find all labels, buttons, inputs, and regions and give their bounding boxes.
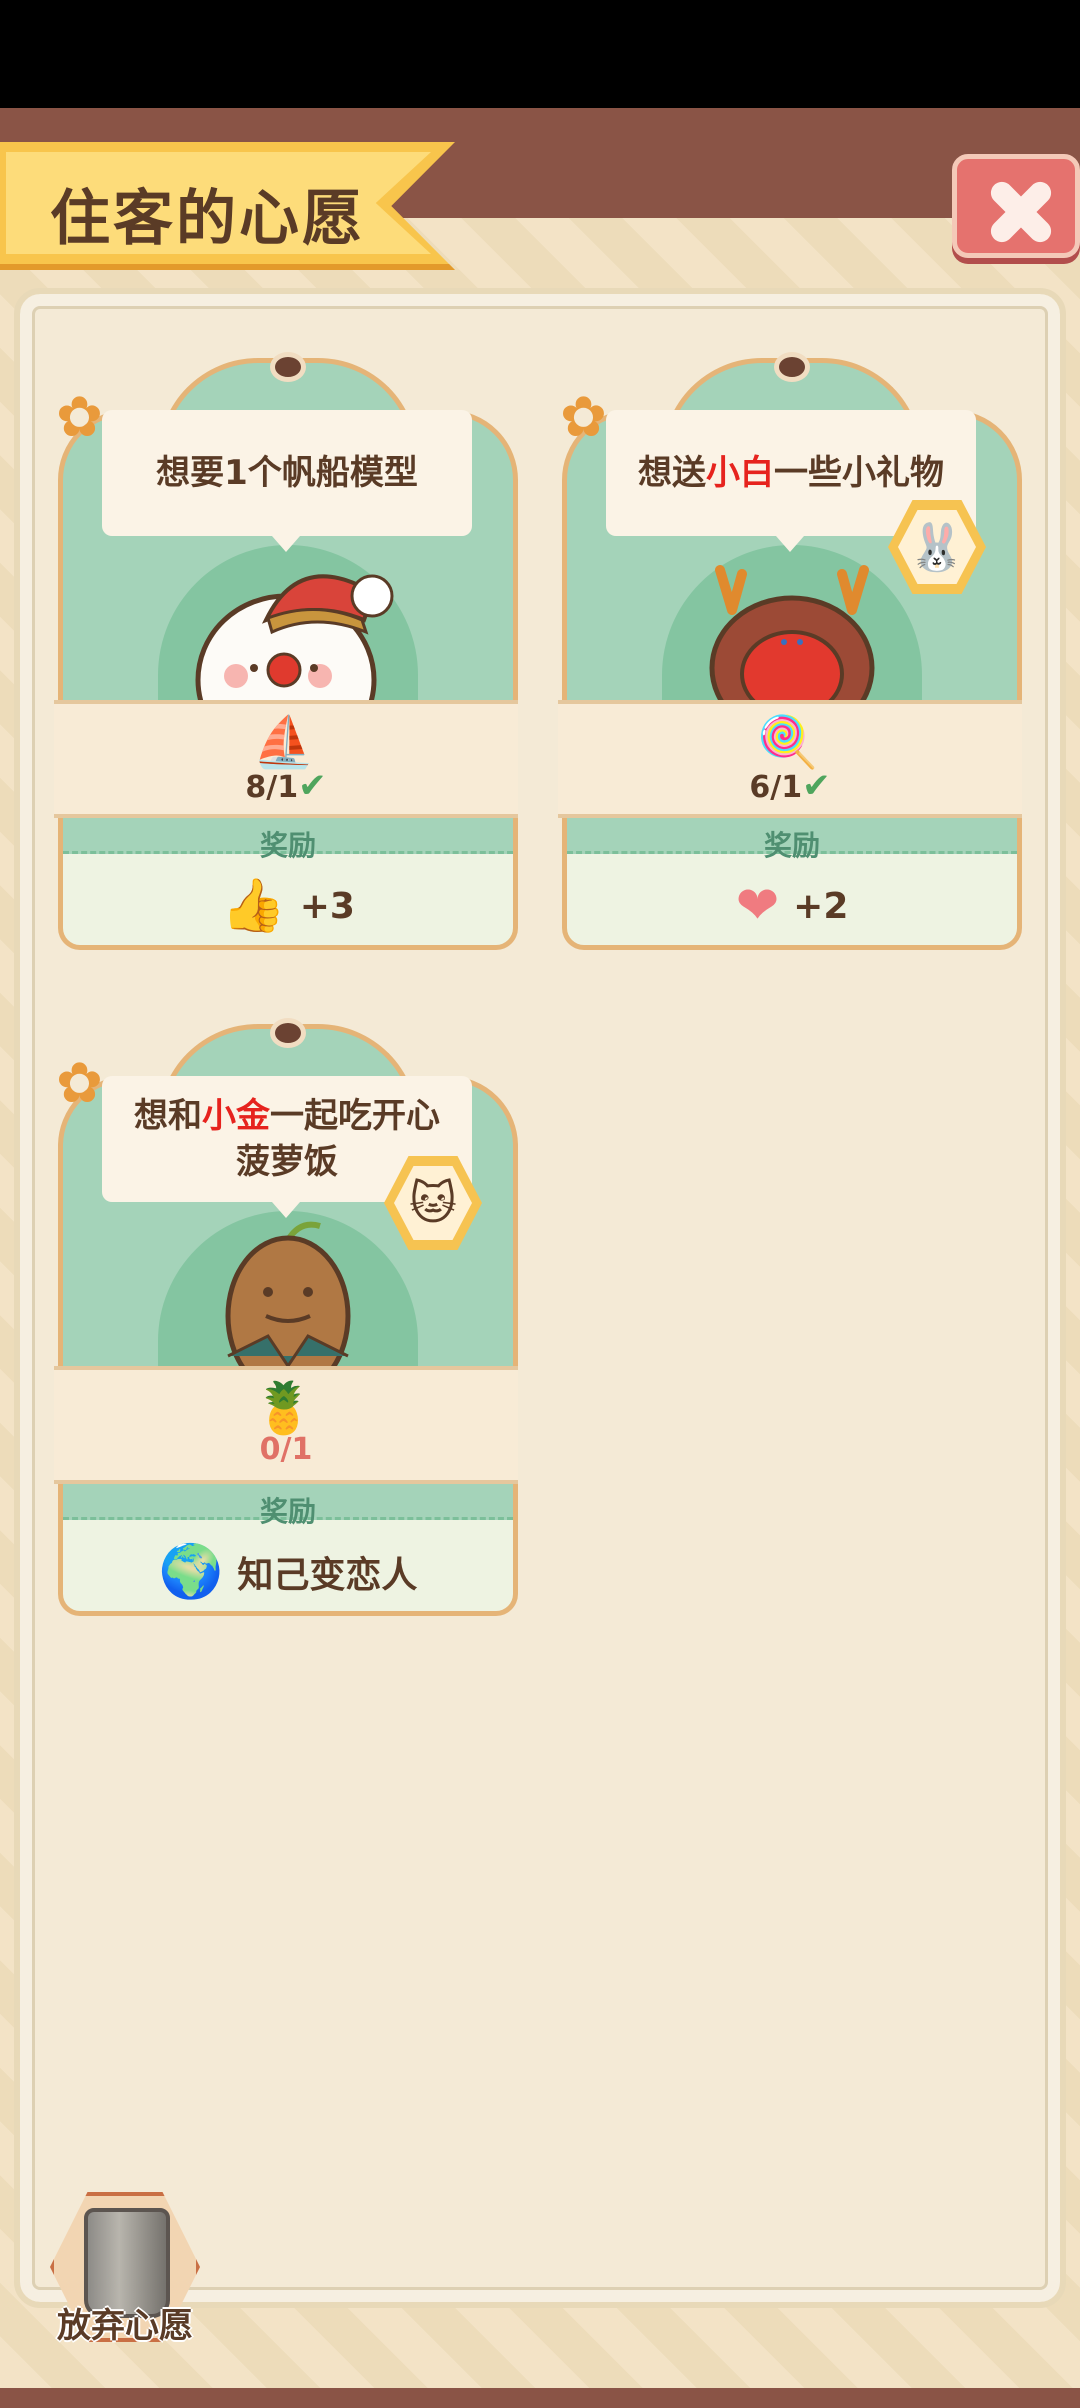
item-count: 6/1 <box>749 770 803 805</box>
required-item: 🍍 0/1 <box>54 1366 518 1484</box>
sailboat-model-icon: ⛵ <box>252 713 316 771</box>
wish-request: 想要1个帆船模型 <box>102 410 472 552</box>
thumbs-up-icon: 👍 <box>221 876 286 936</box>
reward-box: 奖励 🌍 知己变恋人 <box>58 1484 518 1616</box>
abandon-wish-button[interactable]: 放弃心愿 <box>40 2182 210 2362</box>
potato-guest-icon <box>225 1221 351 1366</box>
friend-name: 小白 <box>706 453 774 493</box>
check-icon: ✔ <box>298 766 327 806</box>
close-button[interactable] <box>952 154 1080 258</box>
abandon-label: 放弃心愿 <box>57 2306 193 2346</box>
reward-value: +3 <box>299 885 355 927</box>
required-item: ⛵ 8/1✔ <box>54 700 518 818</box>
status-bar <box>0 0 1080 108</box>
wish-card[interactable]: ✿ 想送小白一些小礼物 🐰 🍭 6/1✔ 奖励 ❤ +2 <box>558 350 1022 950</box>
pineapple-rice-icon: 🍍 <box>252 1379 316 1437</box>
item-count: 0/1 <box>259 1432 313 1467</box>
reward-value: +2 <box>793 885 849 927</box>
page-title: 住客的心愿 <box>50 184 365 254</box>
item-count: 8/1 <box>245 770 299 805</box>
nail-icon <box>270 352 306 382</box>
friend-name: 小金 <box>202 1096 270 1136</box>
heart-icon: ❤ <box>735 876 780 936</box>
wish-card[interactable]: ✿ 想和小金一起吃开心 菠萝饭 🐱 🍍 0/1 奖励 🌍 知己变恋人 <box>54 1016 518 1616</box>
reward-label: 奖励 <box>63 818 513 862</box>
reward-label: 奖励 <box>63 1484 513 1528</box>
bottom-strip <box>0 2388 1080 2408</box>
check-icon: ✔ <box>802 766 831 806</box>
reward-label: 奖励 <box>567 818 1017 862</box>
snowman-guest-icon <box>195 574 394 700</box>
nail-icon <box>270 1018 306 1048</box>
reward-value: 知己变恋人 <box>237 1555 418 1596</box>
nail-icon <box>774 352 810 382</box>
reindeer-guest-icon <box>709 565 875 700</box>
cat-icon: 🐱 <box>394 1166 472 1240</box>
earth-globe-icon: 🌍 <box>158 1542 224 1602</box>
bunny-icon: 🐰 <box>898 510 976 584</box>
reward-box: 奖励 👍 +3 <box>58 818 518 950</box>
reward-box: 奖励 ❤ +2 <box>562 818 1022 950</box>
required-item: 🍭 6/1✔ <box>558 700 1022 818</box>
lollipop-icon: 🍭 <box>756 713 820 771</box>
wish-card[interactable]: ✿ 想要1个帆船模型 ⛵ 8/1✔ 奖励 👍 +3 <box>54 350 518 950</box>
